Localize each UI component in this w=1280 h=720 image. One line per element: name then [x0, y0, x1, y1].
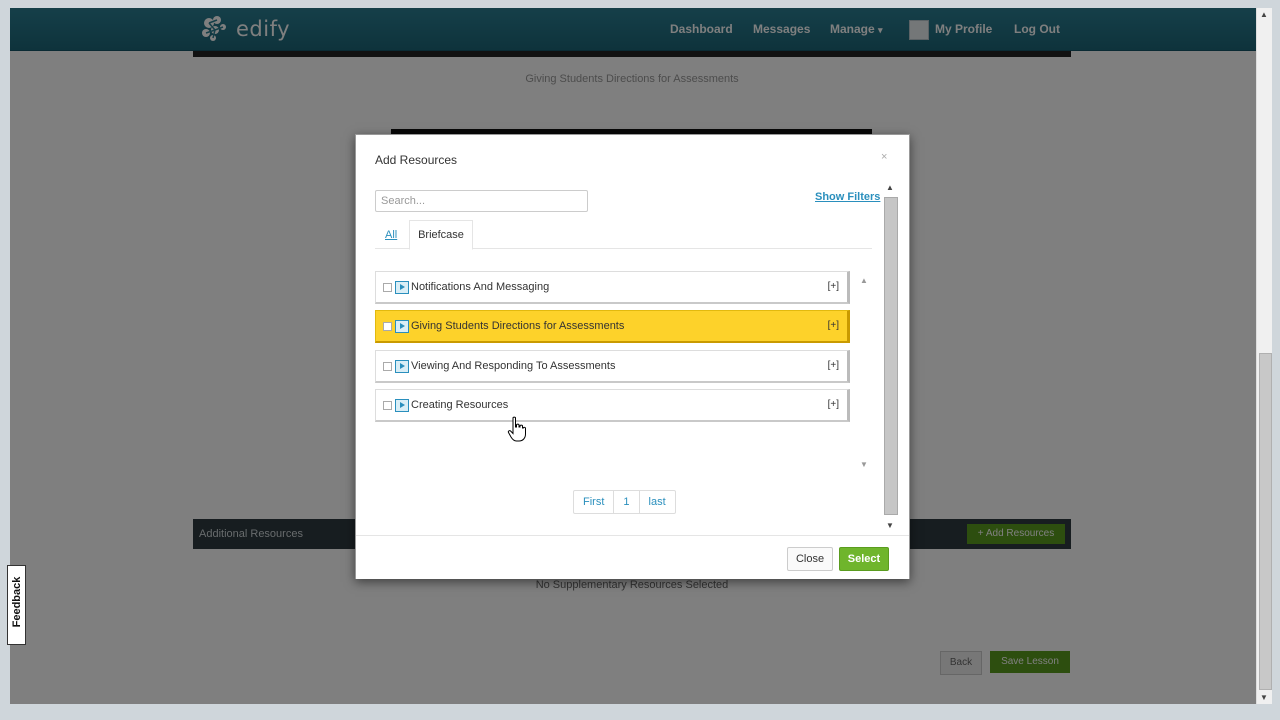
list-item[interactable]: Giving Students Directions for Assessmen… [375, 310, 850, 343]
select-button[interactable]: Select [839, 547, 889, 571]
pagination: First 1 last [573, 490, 676, 514]
page-scrollbar-thumb[interactable] [1259, 353, 1272, 690]
browser-frame: edify Dashboard Messages Manage ▾ My Pro… [0, 0, 1280, 720]
expand-button[interactable]: [+] [828, 399, 839, 410]
modal-scrollbar-thumb[interactable] [884, 197, 898, 515]
modal-title: Add Resources [375, 153, 458, 167]
expand-button[interactable]: [+] [828, 320, 839, 331]
feedback-label: Feedback [11, 576, 23, 628]
list-scroll-up-icon[interactable]: ▲ [860, 276, 868, 285]
video-icon [395, 320, 409, 333]
close-button[interactable]: Close [787, 547, 833, 571]
resource-checkbox[interactable] [383, 362, 392, 371]
list-scroll-down-icon[interactable]: ▼ [860, 460, 868, 469]
resource-checkbox[interactable] [383, 322, 392, 331]
modal-scrollbar[interactable]: ▲ ▼ [883, 183, 898, 533]
scroll-down-arrow-icon[interactable]: ▼ [1260, 693, 1268, 702]
close-icon[interactable]: × [881, 151, 887, 163]
resource-checkbox[interactable] [383, 401, 392, 410]
show-filters-link[interactable]: Show Filters [815, 191, 880, 203]
video-icon [395, 399, 409, 412]
add-resources-modal: Add Resources × Show Filters All Briefca… [355, 134, 910, 579]
resource-label: Giving Students Directions for Assessmen… [411, 320, 625, 332]
video-icon [395, 281, 409, 294]
list-item[interactable]: Creating Resources [+] [375, 389, 850, 422]
expand-button[interactable]: [+] [828, 281, 839, 292]
page-number[interactable]: 1 [614, 491, 640, 513]
page-first[interactable]: First [574, 491, 615, 513]
feedback-tab[interactable]: Feedback [7, 565, 26, 645]
search-input[interactable] [375, 190, 588, 212]
modal-footer: Close Select [356, 535, 909, 579]
resource-label: Notifications And Messaging [411, 281, 550, 293]
resource-label: Viewing And Responding To Assessments [411, 360, 616, 372]
tab-all[interactable]: All [385, 229, 397, 241]
scroll-down-arrow-icon[interactable]: ▼ [886, 521, 894, 530]
expand-button[interactable]: [+] [828, 360, 839, 371]
resource-label: Creating Resources [411, 399, 509, 411]
scroll-up-arrow-icon[interactable]: ▲ [886, 183, 894, 192]
hand-cursor-icon [507, 416, 526, 442]
resource-checkbox[interactable] [383, 283, 392, 292]
video-icon [395, 360, 409, 373]
resource-tabs: All Briefcase [375, 220, 872, 250]
scroll-up-arrow-icon[interactable]: ▲ [1260, 10, 1268, 19]
tab-briefcase[interactable]: Briefcase [409, 220, 473, 250]
list-item[interactable]: Notifications And Messaging [+] [375, 271, 850, 304]
page-scrollbar[interactable]: ▲ ▼ [1256, 8, 1272, 704]
page-last[interactable]: last [640, 491, 675, 513]
list-item[interactable]: Viewing And Responding To Assessments [+… [375, 350, 850, 383]
